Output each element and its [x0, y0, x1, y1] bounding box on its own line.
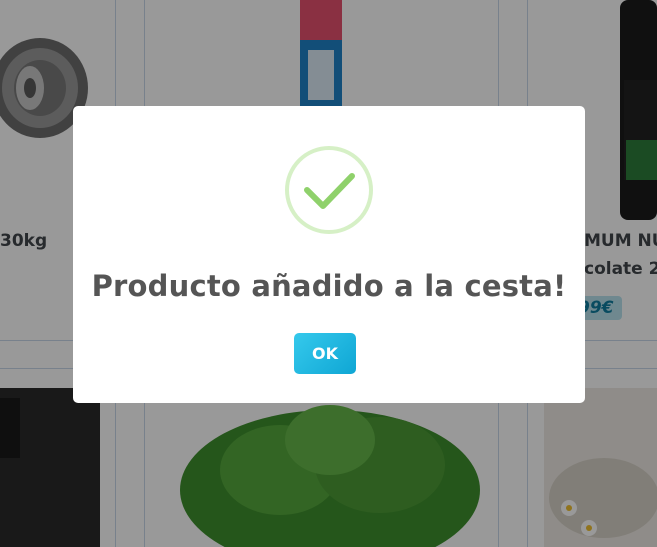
check-success-icon — [285, 146, 373, 234]
dialog-title: Producto añadido a la cesta! — [91, 269, 567, 303]
ok-button[interactable]: OK — [294, 333, 356, 374]
success-dialog: Producto añadido a la cesta! OK — [73, 106, 585, 403]
